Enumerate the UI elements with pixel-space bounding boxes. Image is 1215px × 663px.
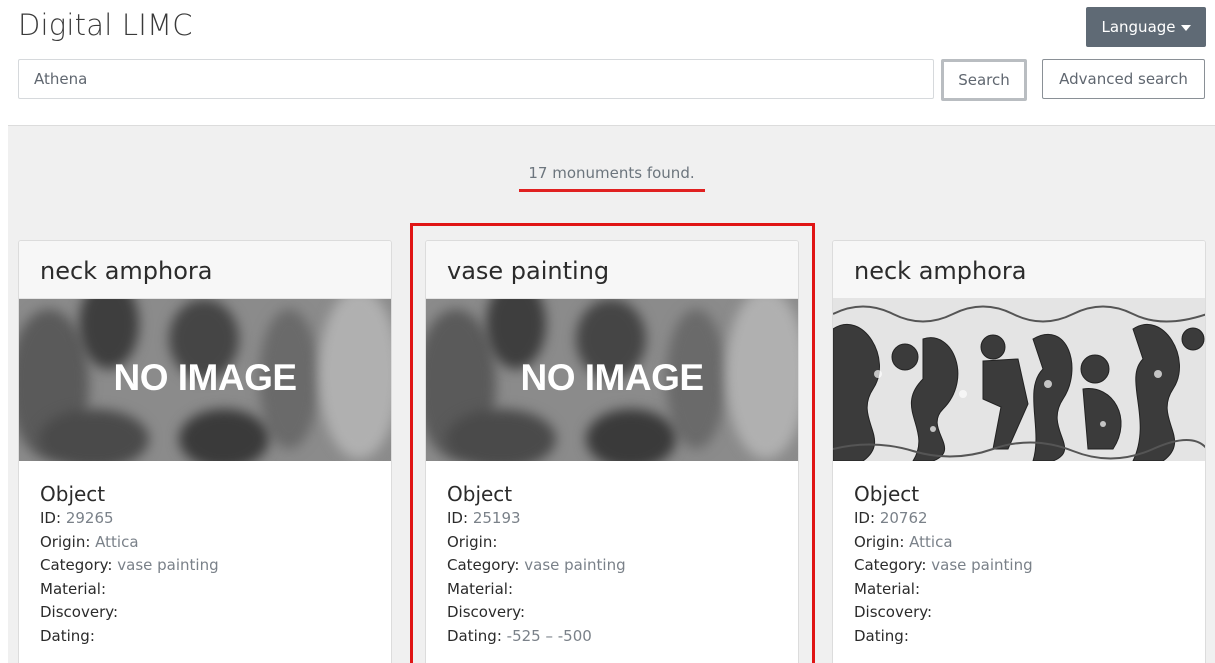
card-image-placeholder[interactable]: NO IMAGE (426, 299, 798, 461)
card-body: Object ID: 29265 Origin: Attica Category… (19, 461, 391, 648)
search-input[interactable] (18, 59, 934, 99)
field-material: Material: (854, 579, 920, 598)
field-dating: Dating: (854, 626, 909, 645)
field-id: ID: 20762 (854, 509, 928, 527)
field-discovery: Discovery: (40, 603, 119, 621)
language-dropdown-button[interactable]: Language (1086, 7, 1206, 47)
search-button[interactable]: Search (941, 59, 1027, 101)
card-header[interactable]: neck amphora (833, 241, 1205, 299)
field-category: Category: vase painting (854, 556, 1033, 574)
field-origin: Origin: Attica (40, 532, 139, 551)
card-section-title: Object (447, 482, 513, 506)
field-id: ID: 29265 (40, 509, 114, 527)
field-discovery: Discovery: (854, 603, 933, 621)
no-image-label: NO IMAGE (113, 357, 297, 398)
field-id: ID: 25193 (447, 509, 521, 527)
field-category: Category: vase painting (40, 556, 219, 574)
field-material: Material: (447, 579, 513, 598)
vase-frieze-graphic (833, 299, 1205, 461)
no-image-label: NO IMAGE (520, 357, 704, 398)
results-panel: 17 monuments found. neck amphora NO IMAG… (8, 125, 1215, 663)
card-image-placeholder[interactable]: NO IMAGE (19, 299, 391, 461)
monument-card-2[interactable]: vase painting NO IMAGE Object ID: 25193 … (425, 240, 799, 663)
vase-painting-image[interactable] (833, 299, 1205, 461)
card-body: Object ID: 25193 Origin: Category: vase … (426, 461, 798, 648)
card-body: Object ID: 20762 Origin: Attica Category… (833, 461, 1205, 648)
results-count: 17 monuments found. (528, 164, 695, 182)
field-origin: Origin: (447, 532, 498, 551)
card-header[interactable]: neck amphora (19, 241, 391, 299)
field-dating: Dating: (40, 626, 95, 645)
language-label: Language (1101, 18, 1176, 36)
site-title: Digital LIMC (18, 8, 193, 42)
results-count-underline (519, 189, 705, 192)
card-section-title: Object (40, 482, 106, 506)
caret-down-icon (1180, 25, 1191, 31)
field-category: Category: vase painting (447, 556, 626, 574)
field-material: Material: (40, 579, 106, 598)
monument-card-1[interactable]: neck amphora NO IMAGE Object ID: 29265 O… (18, 240, 392, 663)
monument-card-3[interactable]: neck amphora Object ID: 20762 Origin: At… (832, 240, 1206, 663)
advanced-search-button[interactable]: Advanced search (1042, 59, 1205, 99)
card-header[interactable]: vase painting (426, 241, 798, 299)
field-origin: Origin: Attica (854, 532, 953, 551)
card-section-title: Object (854, 482, 920, 506)
field-dating: Dating: -525 – -500 (447, 626, 592, 645)
field-discovery: Discovery: (447, 603, 526, 621)
